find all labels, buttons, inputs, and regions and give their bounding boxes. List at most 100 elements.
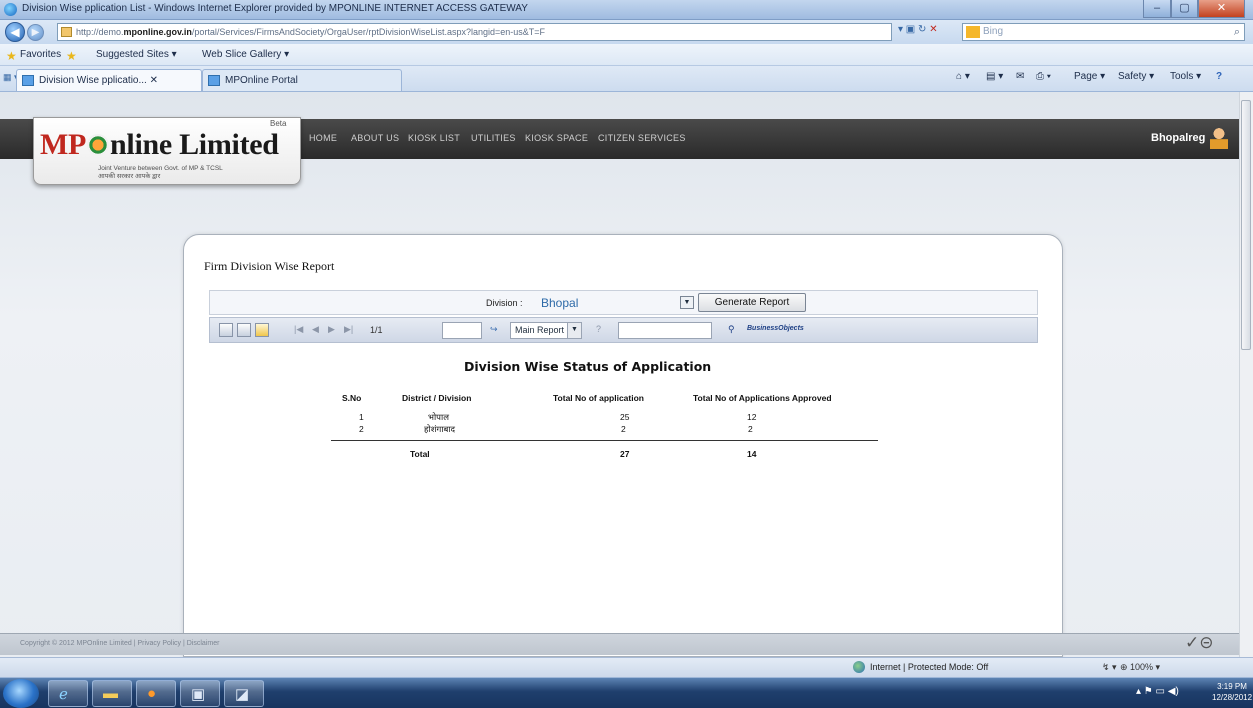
search-box[interactable]: Bing ⌕	[962, 23, 1245, 41]
generate-report-button[interactable]: Generate Report	[698, 293, 806, 312]
web-slice-gallery-link[interactable]: Web Slice Gallery ▾	[202, 49, 289, 60]
column-header: Total No of application	[553, 393, 644, 403]
binoculars-icon[interactable]: ⚲	[728, 324, 735, 335]
nav-kiosk-list[interactable]: KIOSK LIST	[408, 133, 460, 143]
page-icon	[61, 27, 72, 37]
report-select-dropdown-icon[interactable]: ▼	[567, 323, 581, 338]
export-icon[interactable]	[219, 323, 233, 337]
zoom-level[interactable]: ⊕ 100% ▾	[1120, 662, 1160, 673]
tab-label: Division Wise pplicatio... ✕	[39, 75, 158, 86]
cell-sno: 1	[359, 412, 364, 422]
cell-sno: 2	[359, 424, 364, 434]
tab-mponline-portal[interactable]: MPOnline Portal	[202, 69, 402, 91]
tab-favicon	[208, 75, 220, 86]
tools-menu[interactable]: Tools ▾	[1170, 71, 1201, 82]
search-icon[interactable]: ⌕	[1234, 24, 1240, 40]
first-page-icon[interactable]: |◀	[294, 324, 303, 335]
search-placeholder: Bing	[983, 26, 1004, 37]
user-avatar-icon[interactable]	[1210, 127, 1228, 149]
taskbar-media-icon[interactable]: ●	[136, 680, 176, 707]
cell-total: 2	[621, 424, 626, 434]
cell-approved: 12	[747, 412, 757, 422]
business-objects-logo: BusinessObjects	[747, 325, 804, 332]
total-applications: 27	[620, 449, 630, 459]
safety-menu[interactable]: Safety ▾	[1118, 71, 1154, 82]
close-button[interactable]: ✕	[1198, 0, 1245, 18]
goto-page-icon[interactable]: ↪	[490, 324, 498, 335]
refresh-icon[interactable]: ↻	[918, 24, 926, 35]
compat-view-icon[interactable]: ▾ ▣	[898, 24, 915, 35]
back-button[interactable]: ◀	[5, 22, 25, 42]
nav-kiosk-space[interactable]: KIOSK SPACE	[525, 133, 588, 143]
search-text-input[interactable]	[618, 322, 712, 339]
nav-home[interactable]: HOME	[309, 133, 337, 143]
prev-page-icon[interactable]: ◀	[312, 324, 319, 335]
browser-status-bar: Internet | Protected Mode: Off ↯ ▾ ⊕ 100…	[0, 657, 1253, 677]
address-actions: ▾ ▣ ↻ ✕	[898, 24, 958, 40]
security-zone[interactable]: Internet | Protected Mode: Off	[870, 662, 988, 672]
next-page-icon[interactable]: ▶	[328, 324, 335, 335]
copyright-text: Copyright © 2012 MPOnline Limited | Priv…	[20, 640, 220, 647]
suggested-sites-link[interactable]: Suggested Sites ▾	[96, 49, 177, 60]
url-path: /portal/Services/FirmsAndSociety/OrgaUse…	[191, 27, 546, 37]
logo-wordmark: MP nline Limited	[40, 128, 279, 161]
goto-page-input[interactable]	[442, 322, 482, 339]
report-panel: Firm Division Wise Report Division : Bho…	[183, 234, 1063, 657]
division-dropdown-arrow-icon[interactable]: ▼	[680, 296, 694, 309]
site-footer: Copyright © 2012 MPOnline Limited | Priv…	[0, 633, 1239, 655]
taskbar-explorer-icon[interactable]: ▬	[92, 680, 132, 707]
site-logo[interactable]: MP nline Limited Beta Joint Venture betwe…	[33, 117, 301, 185]
division-select[interactable]: Bhopal	[541, 296, 578, 310]
cell-district: होशंगाबाद	[424, 424, 456, 434]
minimize-button[interactable]: –	[1143, 0, 1171, 18]
user-name[interactable]: Bhopalreg	[1151, 132, 1205, 144]
page-indicator: 1/1	[370, 325, 383, 335]
nav-citizen-services[interactable]: CITIZEN SERVICES	[598, 133, 686, 143]
ie-icon	[4, 3, 17, 16]
feeds-icon[interactable]: ▤ ▾	[986, 71, 1003, 82]
nav-utilities[interactable]: UTILITIES	[471, 133, 516, 143]
address-row: ◀ ▶ http://demo.mponline.gov.in/portal/S…	[0, 20, 1253, 44]
protected-mode-icon[interactable]: ↯ ▾	[1102, 662, 1117, 673]
favorites-bar: ★ Favorites ★ Suggested Sites ▾ Web Slic…	[0, 44, 1253, 66]
nav-about-us[interactable]: ABOUT US	[351, 133, 399, 143]
help-icon[interactable]: ?	[1216, 71, 1222, 82]
print-report-icon[interactable]	[237, 323, 251, 337]
search-text-icon[interactable]: ?	[596, 324, 601, 334]
tab-row: ▦ ▾ Division Wise pplicatio... ✕ MPOnlin…	[0, 66, 1253, 92]
scrollbar-thumb[interactable]	[1241, 100, 1251, 350]
report-viewer-toolbar: |◀ ◀ ▶ ▶| 1/1 ↪ Main Report ▼ ? ⚲ Busine…	[209, 317, 1038, 343]
home-icon[interactable]: ⌂ ▾	[956, 71, 970, 82]
tab-division-wise[interactable]: Division Wise pplicatio... ✕	[16, 69, 202, 91]
url-domain: mponline.gov.in	[123, 27, 192, 37]
url-prefix: http://demo.	[76, 27, 124, 37]
start-button-icon[interactable]	[3, 679, 39, 708]
mail-icon[interactable]: ✉	[1016, 71, 1024, 82]
report-title: Division Wise Status of Application	[464, 359, 712, 374]
panel-title: Firm Division Wise Report	[204, 259, 335, 273]
window-title: Division Wise pplication List - Windows …	[22, 3, 528, 14]
taskbar-ie-icon[interactable]: ℯ	[48, 680, 88, 707]
window-title-bar[interactable]: Division Wise pplication List - Windows …	[0, 0, 1253, 20]
page-menu[interactable]: Page ▾	[1074, 71, 1105, 82]
system-tray-icons[interactable]: ▴ ⚑ ▭ ◀)	[1136, 686, 1179, 697]
column-header: District / Division	[402, 393, 472, 403]
last-page-icon[interactable]: ▶|	[344, 324, 353, 335]
stop-icon[interactable]: ✕	[929, 24, 937, 35]
favorites-button[interactable]: Favorites	[20, 49, 61, 60]
maximize-button[interactable]: ▢	[1171, 0, 1198, 18]
taskbar-clock[interactable]: 3:19 PM 12/28/2012	[1212, 681, 1252, 703]
checkmark-icon[interactable]: ✓⊝	[1185, 633, 1225, 655]
print-icon[interactable]: ⎙ ▾	[1036, 71, 1051, 82]
add-favorite-icon[interactable]: ★	[66, 49, 77, 63]
total-approved: 14	[747, 449, 757, 459]
tab-label: MPOnline Portal	[225, 75, 298, 86]
cell-total: 25	[620, 412, 630, 422]
taskbar-app-icon[interactable]: ▣	[180, 680, 220, 707]
forward-button[interactable]: ▶	[27, 24, 44, 41]
internet-zone-icon	[853, 661, 865, 673]
taskbar-window-icon[interactable]: ◪	[224, 680, 264, 707]
group-tree-icon[interactable]	[255, 323, 269, 337]
favorites-star-icon[interactable]: ★	[6, 49, 17, 63]
address-bar[interactable]: http://demo.mponline.gov.in/portal/Servi…	[57, 23, 892, 41]
